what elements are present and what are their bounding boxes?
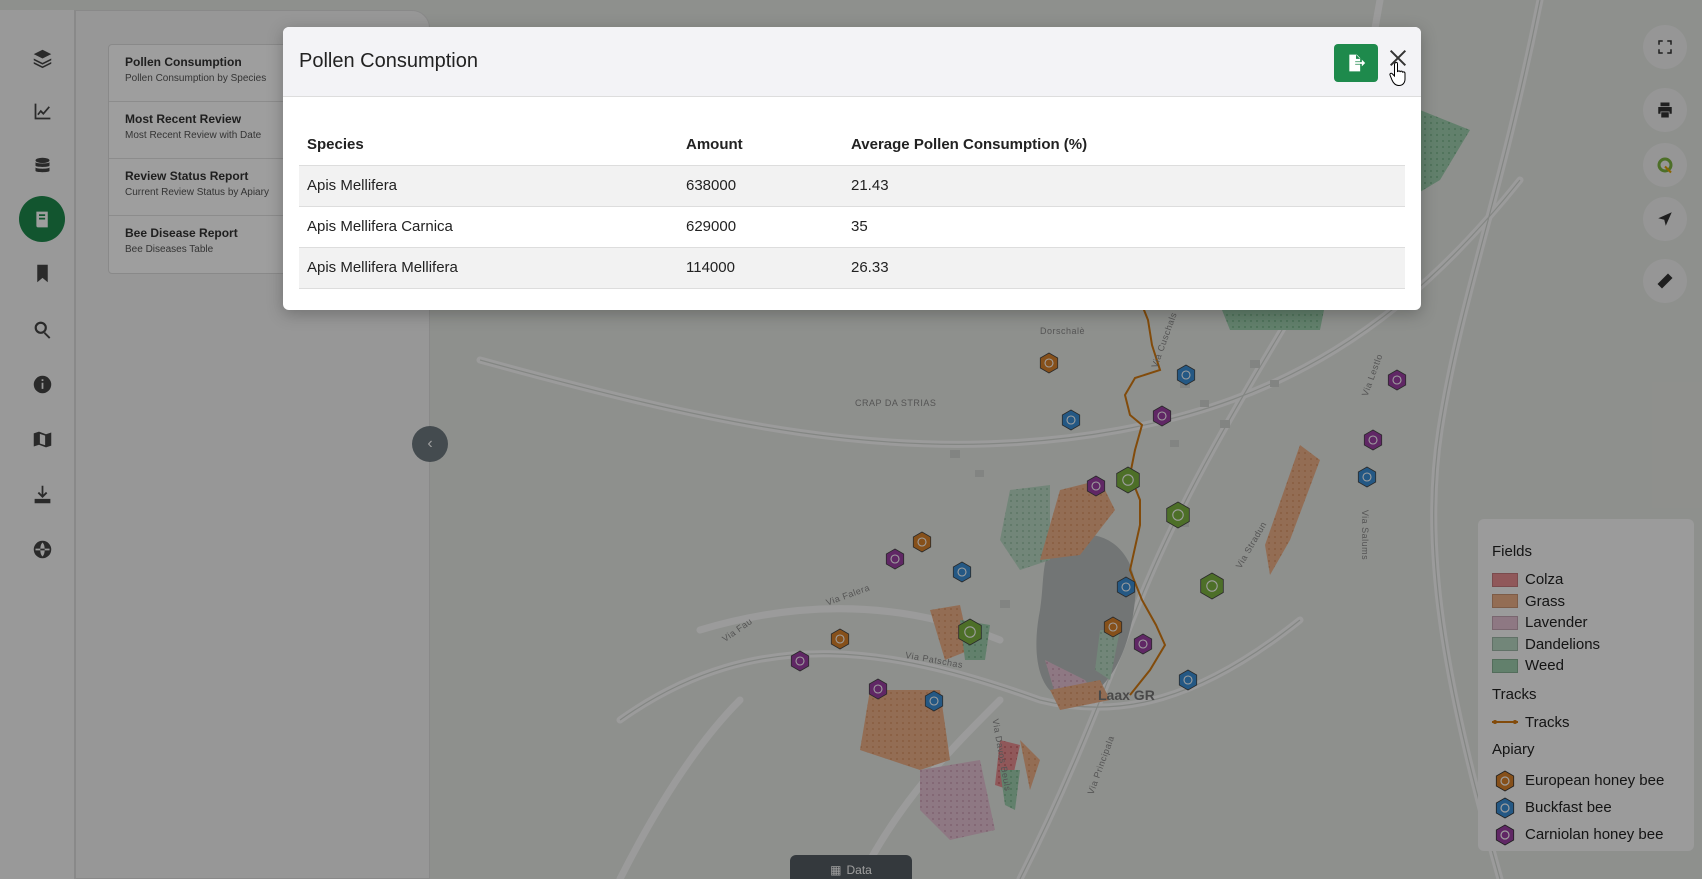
- table-cell: 35: [843, 206, 1405, 248]
- table-cell: Apis Mellifera Mellifera: [299, 247, 678, 289]
- table-cell: 629000: [678, 206, 843, 248]
- hand-cursor-icon: [1389, 61, 1406, 87]
- table-header-row: Species Amount Average Pollen Consumptio…: [299, 124, 1405, 166]
- column-header-species[interactable]: Species: [299, 124, 678, 166]
- table-cell: 114000: [678, 247, 843, 289]
- column-header-average[interactable]: Average Pollen Consumption (%): [843, 124, 1405, 166]
- table-cell: Apis Mellifera Carnica: [299, 206, 678, 248]
- column-header-amount[interactable]: Amount: [678, 124, 843, 166]
- modal-title: Pollen Consumption: [299, 50, 478, 72]
- table-cell: 26.33: [843, 247, 1405, 289]
- file-export-icon: [1349, 54, 1366, 72]
- table-cell: 21.43: [843, 165, 1405, 207]
- modal-header: Pollen Consumption: [283, 27, 1421, 97]
- table-row: Apis Mellifera 638000 21.43: [299, 165, 1405, 207]
- report-modal: Pollen Consumption Species Amount Averag…: [283, 27, 1421, 310]
- table-cell: 638000: [678, 165, 843, 207]
- pollen-table: Species Amount Average Pollen Consumptio…: [299, 124, 1405, 289]
- table-cell: Apis Mellifera: [299, 165, 678, 207]
- table-row: Apis Mellifera Mellifera 114000 26.33: [299, 247, 1405, 289]
- export-button[interactable]: [1334, 44, 1378, 82]
- table-row: Apis Mellifera Carnica 629000 35: [299, 206, 1405, 248]
